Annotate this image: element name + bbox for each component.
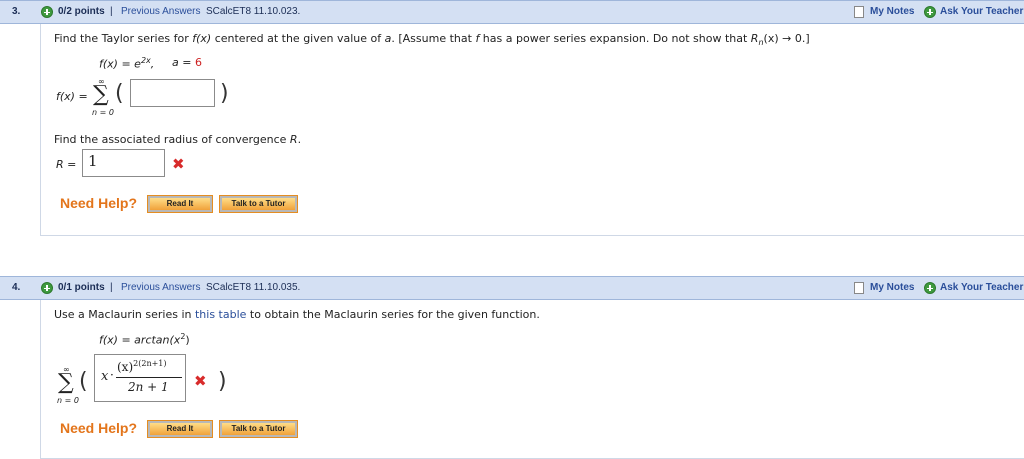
radius-input[interactable]: 1 [82,149,165,177]
question-code: SCalcET8 11.10.035. [206,282,301,293]
series-answer-input[interactable] [130,79,215,107]
incorrect-icon: ✖ [172,155,185,173]
question-number: 4. [12,282,21,293]
radius-label: R = [56,158,77,171]
question-number: 3. [12,6,21,17]
question-prompt: Find the Taylor series for f(x) centered… [54,32,810,48]
answer-dot: · [110,368,114,382]
read-it-button[interactable]: Read It [147,195,213,213]
previous-answers-link[interactable]: Previous Answers [121,277,200,299]
open-paren: ( [115,81,124,106]
close-paren: ) [218,369,227,394]
close-paren: ) [220,81,229,106]
this-table-link[interactable]: this table [195,308,246,321]
plus-icon[interactable] [41,6,53,18]
ask-teacher-link[interactable]: Ask Your Teacher [940,1,1023,23]
question-header: 4. 0/1 points | Previous Answers SCalcET… [0,276,1024,300]
question-prompt: Use a Maclaurin series in this table to … [54,308,540,321]
sigma-symbol: ∑ [58,370,74,395]
sum-lower-limit: n = 0 [57,396,79,405]
sigma-symbol: ∑ [93,82,109,107]
answer-numerator: (x)2(2n+1) [117,359,167,374]
series-answer-input[interactable]: x · (x)2(2n+1) 2n + 1 [94,354,186,402]
question-3: 3. 0/2 points | Previous Answers SCalcET… [0,0,1024,236]
series-lhs: f(x) = [56,90,88,103]
my-notes-link[interactable]: My Notes [870,1,914,23]
question-code: SCalcET8 11.10.023. [206,6,301,17]
note-icon[interactable] [854,282,864,294]
read-it-button[interactable]: Read It [147,420,213,438]
question-body: Find the Taylor series for f(x) centered… [40,24,1024,236]
my-notes-link[interactable]: My Notes [870,277,914,299]
talk-to-tutor-button[interactable]: Talk to a Tutor [219,420,298,438]
answer-denominator: 2n + 1 [128,380,169,394]
function-definition: f(x) = e2x, [99,56,155,71]
separator: | [110,6,113,17]
separator: | [110,282,113,293]
plus-icon[interactable] [41,282,53,294]
incorrect-icon: ✖ [194,372,207,390]
previous-answers-link[interactable]: Previous Answers [121,1,200,23]
question-body: Use a Maclaurin series in this table to … [40,300,1024,459]
talk-to-tutor-button[interactable]: Talk to a Tutor [219,195,298,213]
answer-x: x [101,369,109,384]
need-help-label: Need Help? [60,420,138,436]
function-definition: f(x) = arctan(x2) [99,332,190,347]
question-4: 4. 0/1 points | Previous Answers SCalcET… [0,276,1024,459]
center-value: a = 6 [172,56,202,69]
need-help-label: Need Help? [60,195,138,211]
radius-prompt: Find the associated radius of convergenc… [54,133,302,146]
ask-teacher-link[interactable]: Ask Your Teacher [940,277,1023,299]
points-label: 0/1 points [58,282,105,293]
open-paren: ( [79,369,88,394]
plus-icon[interactable] [924,282,936,294]
sum-lower-limit: n = 0 [92,108,114,117]
question-header: 3. 0/2 points | Previous Answers SCalcET… [0,0,1024,24]
fraction-bar [116,377,182,378]
note-icon[interactable] [854,6,864,18]
plus-icon[interactable] [924,6,936,18]
points-label: 0/2 points [58,6,105,17]
